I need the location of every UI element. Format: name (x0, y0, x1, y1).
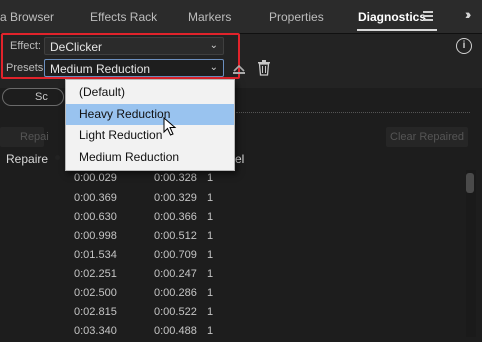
tab-effects-rack[interactable]: Effects Rack (90, 10, 157, 24)
row-start: 0:01.534 (74, 249, 117, 261)
table-row[interactable]: 0:00.369 0:00.329 1 (0, 190, 466, 209)
menu-item-label: Medium Reduction (79, 150, 180, 164)
presets-menu: (Default) Heavy Reduction Light Reductio… (65, 79, 235, 171)
row-duration: 0:00.329 (154, 192, 197, 204)
row-channel: 1 (207, 306, 214, 318)
scan-button[interactable]: Sc (2, 88, 64, 106)
tab-media-browser[interactable]: a Browser (0, 10, 54, 24)
row-channel: 1 (207, 268, 214, 280)
row-duration: 0:00.522 (154, 306, 197, 318)
menu-item-label: Light Reduction (79, 128, 163, 142)
mouse-cursor-icon (163, 117, 177, 136)
menu-item-heavy-reduction[interactable]: Heavy Reduction (66, 104, 234, 125)
double-chevron-right-icon[interactable]: ›› (465, 6, 472, 22)
row-start: 0:02.251 (74, 268, 117, 280)
menu-item-label: (Default) (79, 85, 126, 99)
table-row[interactable]: 0:01.534 0:00.709 1 (0, 247, 466, 266)
row-duration: 0:00.512 (154, 230, 197, 242)
active-tab-indicator (357, 29, 437, 31)
column-header-level[interactable]: el (235, 152, 244, 166)
menu-item-default[interactable]: (Default) (66, 82, 234, 103)
hamburger-icon[interactable] (423, 11, 433, 21)
menu-item-medium-reduction[interactable]: Medium Reduction (66, 147, 234, 168)
save-preset-icon[interactable] (231, 60, 247, 76)
column-header-repaired[interactable]: Repaire (6, 152, 48, 166)
table-row[interactable]: 0:00.029 0:00.328 1 (0, 170, 466, 189)
row-duration: 0:00.488 (154, 325, 197, 337)
divider (236, 112, 470, 117)
table-row[interactable]: 0:03.340 0:00.488 1 (0, 323, 466, 342)
scrollbar-thumb[interactable] (466, 173, 474, 193)
row-duration: 0:00.709 (154, 249, 197, 261)
table-row[interactable]: 0:00.998 0:00.512 1 (0, 228, 466, 247)
menu-item-light-reduction[interactable]: Light Reduction (66, 125, 234, 146)
row-start: 0:00.369 (74, 192, 117, 204)
row-start: 0:00.029 (74, 172, 117, 184)
tab-diagnostics[interactable]: Diagnostics (358, 10, 426, 24)
row-start: 0:02.500 (74, 287, 117, 299)
row-channel: 1 (207, 211, 214, 223)
row-start: 0:00.630 (74, 211, 117, 223)
table-row[interactable]: 0:00.630 0:00.366 1 (0, 209, 466, 228)
row-duration: 0:00.286 (154, 287, 197, 299)
tab-markers[interactable]: Markers (188, 10, 231, 24)
table-row[interactable]: 0:02.815 0:00.522 1 (0, 304, 466, 323)
row-duration: 0:00.328 (154, 172, 197, 184)
row-duration: 0:00.366 (154, 211, 197, 223)
table-row[interactable]: 0:02.500 0:00.286 1 (0, 285, 466, 304)
info-icon[interactable]: i (456, 38, 472, 54)
table-row[interactable]: 0:02.251 0:00.247 1 (0, 266, 466, 285)
row-duration: 0:00.247 (154, 268, 197, 280)
row-channel: 1 (207, 230, 214, 242)
row-channel: 1 (207, 325, 214, 337)
menu-item-label: Heavy Reduction (79, 107, 171, 121)
repair-button[interactable]: Repai (0, 127, 49, 147)
table-scrollbar[interactable] (466, 170, 476, 337)
row-channel: 1 (207, 192, 214, 204)
row-start: 0:00.998 (74, 230, 117, 242)
trash-icon[interactable] (257, 60, 271, 76)
highlight-annotation-box (1, 33, 240, 79)
row-channel: 1 (207, 172, 214, 184)
clear-repaired-button[interactable]: Clear Repaired (386, 127, 468, 147)
selected-bullet-icon (55, 155, 60, 160)
row-channel: 1 (207, 249, 214, 261)
row-channel: 1 (207, 287, 214, 299)
row-start: 0:02.815 (74, 306, 117, 318)
tab-properties[interactable]: Properties (269, 10, 324, 24)
row-start: 0:03.340 (74, 325, 117, 337)
